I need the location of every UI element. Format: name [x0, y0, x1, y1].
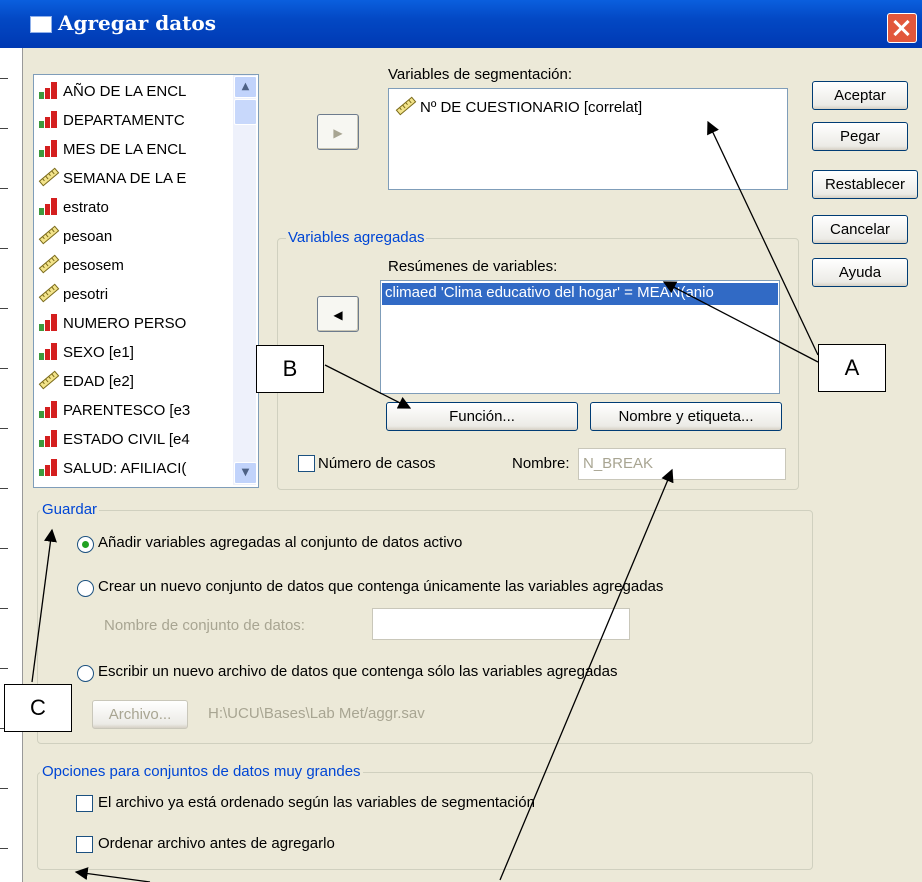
annotation-arrows: [31, 120, 819, 882]
callout-b: B: [256, 345, 324, 393]
callout-c: C: [4, 684, 72, 732]
callout-a: A: [818, 344, 886, 392]
